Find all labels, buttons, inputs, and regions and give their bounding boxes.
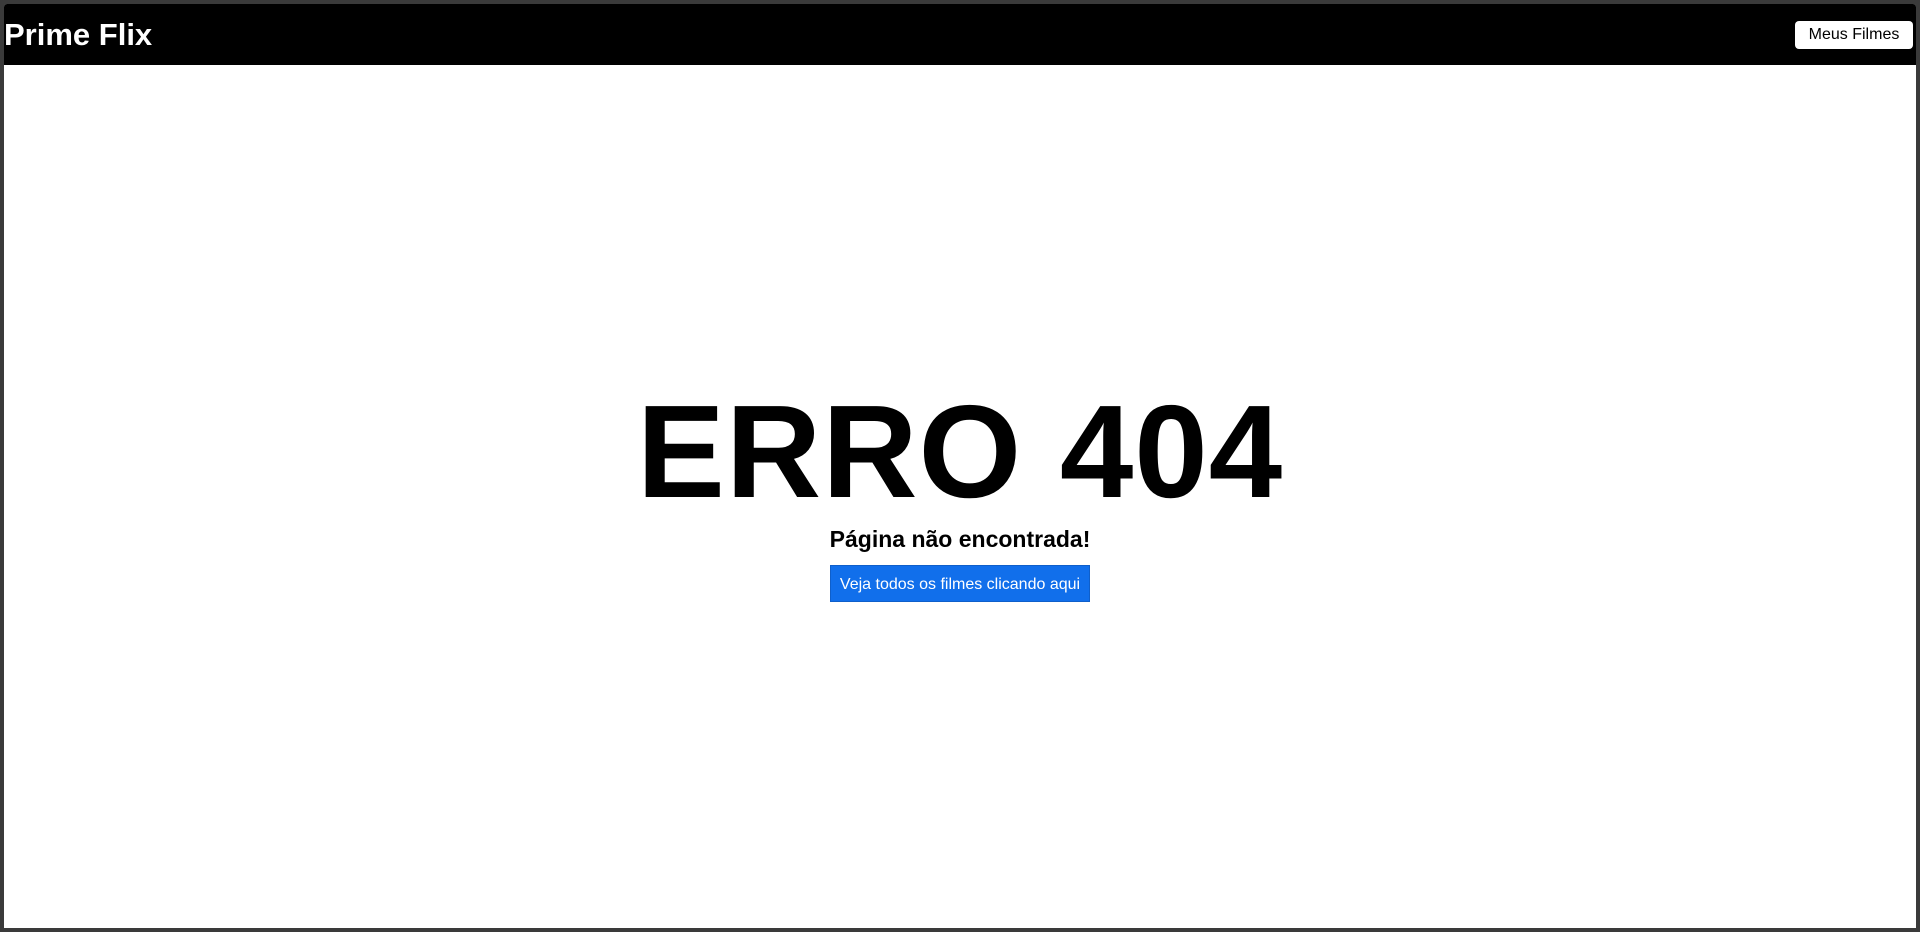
error-content: ERRO 404 Página não encontrada! Veja tod… [4,65,1916,928]
brand-logo-link[interactable]: Prime Flix [4,17,152,53]
view-all-films-link[interactable]: Veja todos os filmes clicando aqui [829,565,1091,602]
browser-viewport: Prime Flix Meus Filmes ERRO 404 Página n… [4,4,1916,928]
my-films-button[interactable]: Meus Filmes [1795,21,1913,49]
error-subtitle: Página não encontrada! [829,526,1091,552]
error-title: ERRO 404 [636,378,1284,525]
top-header: Prime Flix Meus Filmes [4,4,1916,65]
